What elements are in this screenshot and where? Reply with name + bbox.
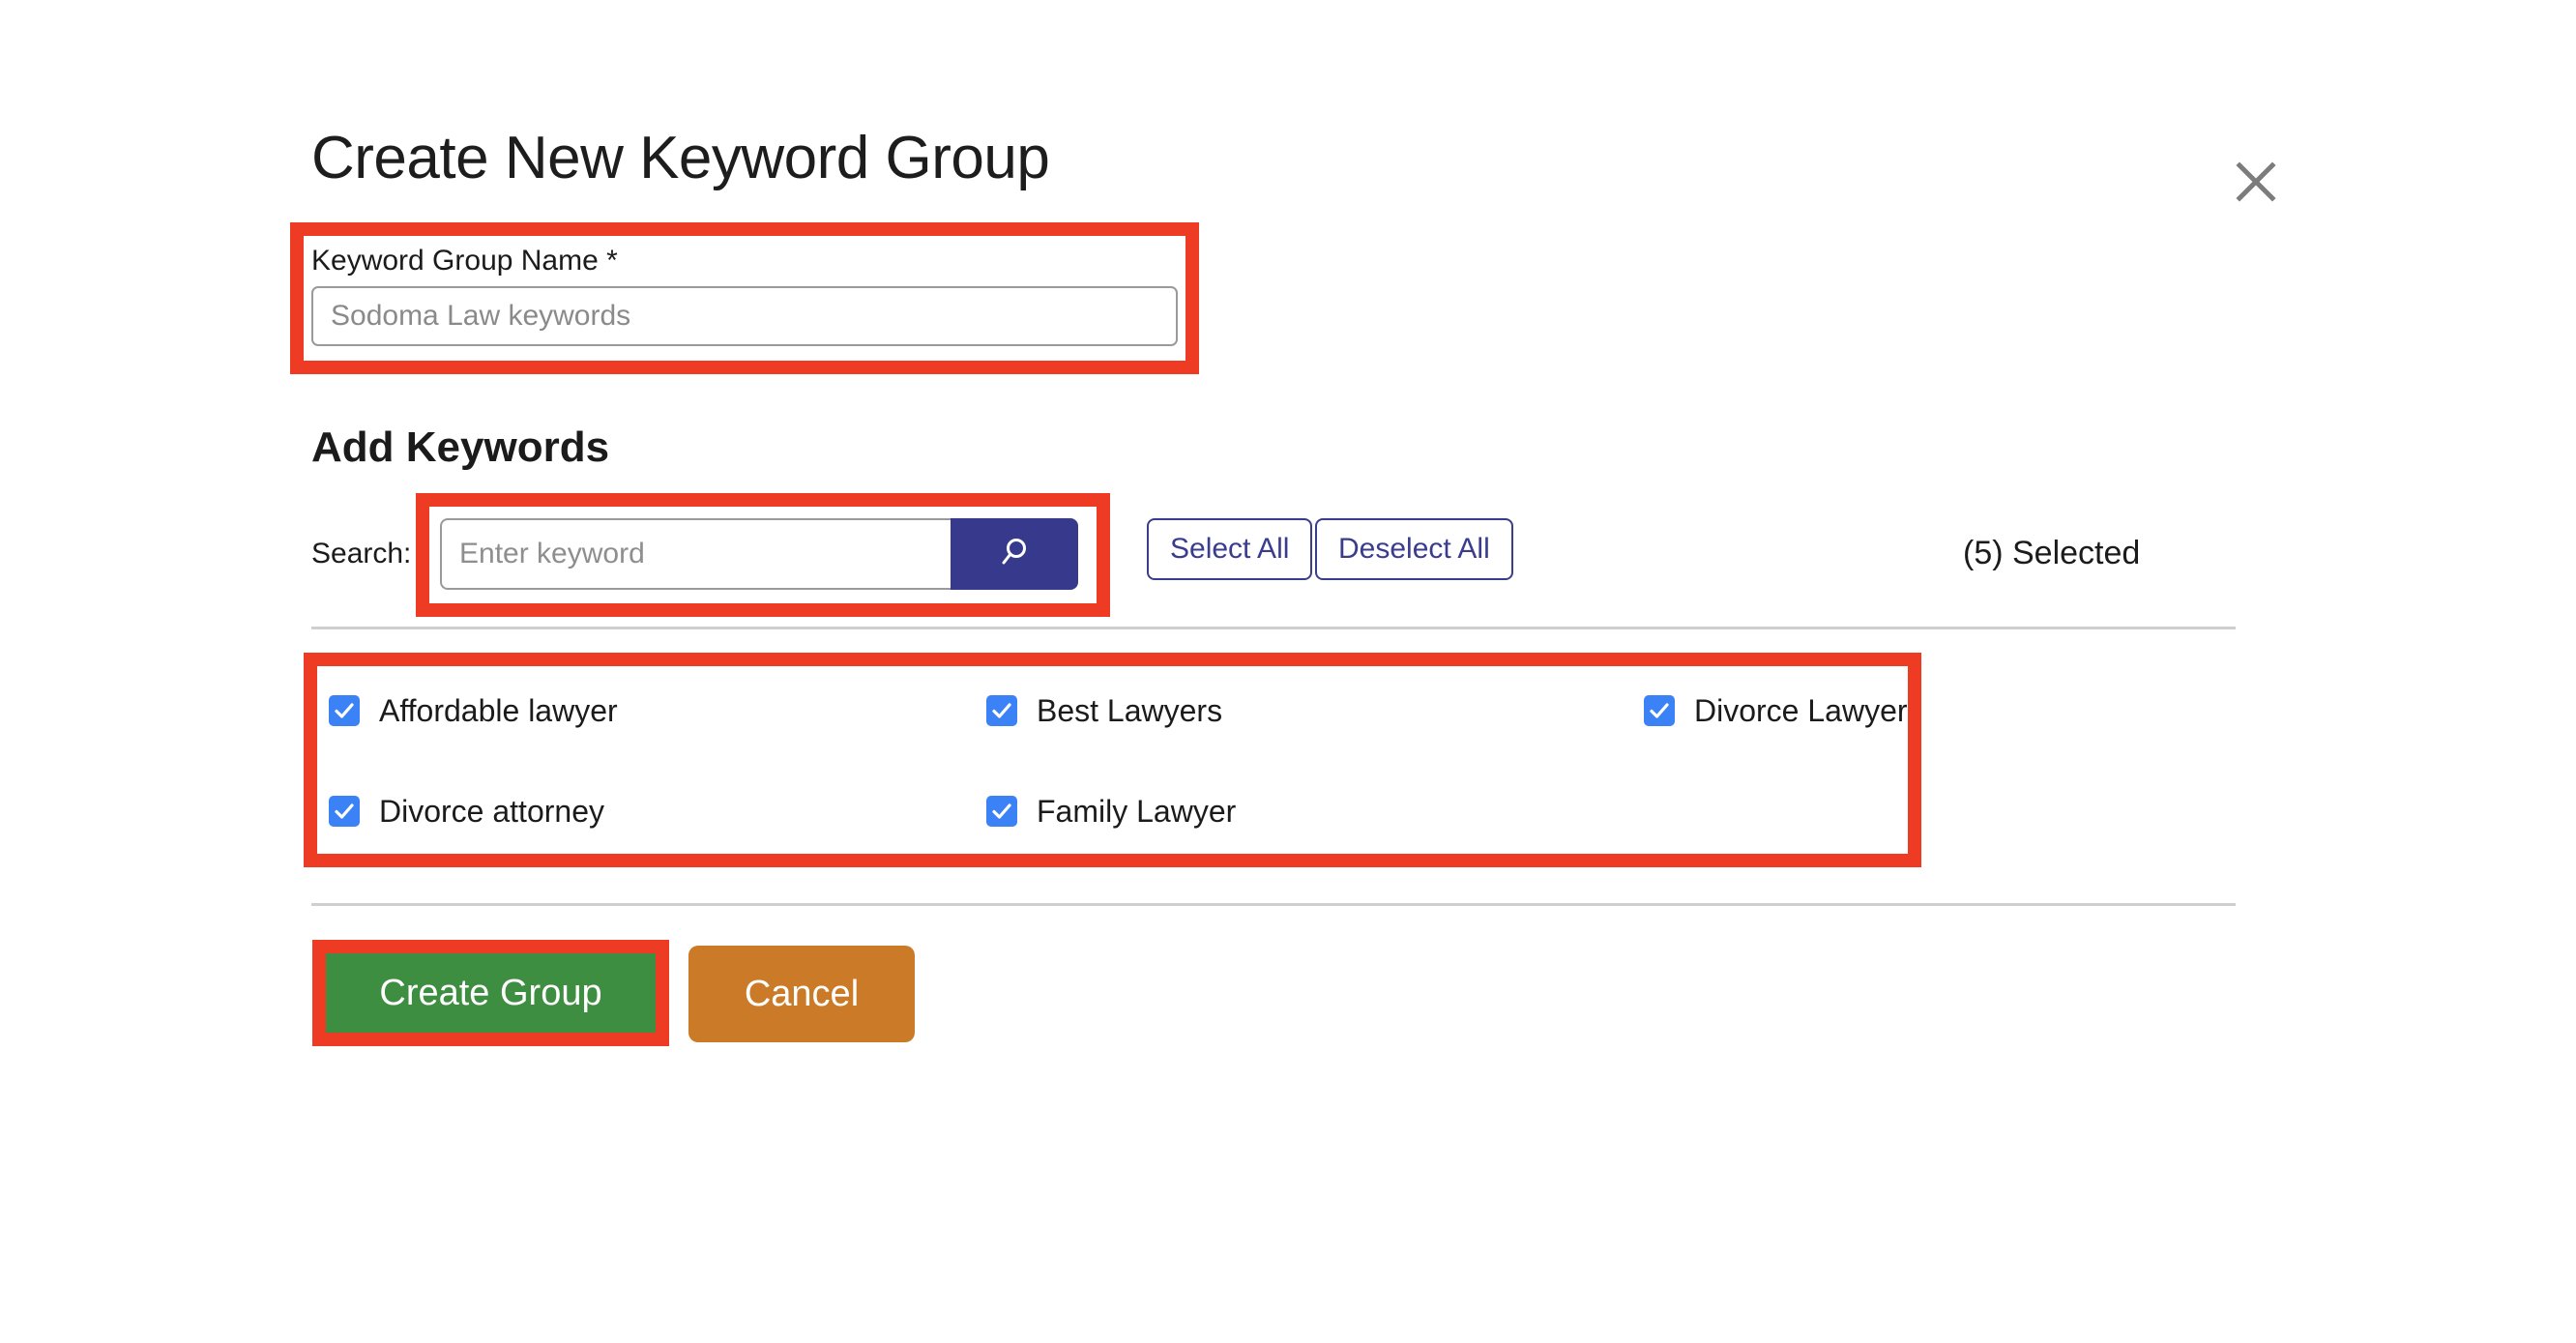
keyword-label: Divorce Lawyer	[1694, 693, 1908, 728]
keyword-group-name-input[interactable]	[311, 286, 1178, 346]
selected-count-text: (5) Selected	[1963, 535, 2141, 571]
divider-top	[311, 627, 2236, 629]
divider-bottom	[311, 903, 2236, 906]
keyword-search-group	[440, 518, 1078, 590]
search-label: Search:	[311, 538, 412, 569]
keyword-label: Affordable lawyer	[379, 693, 618, 728]
close-icon[interactable]	[2224, 150, 2288, 214]
select-all-button[interactable]: Select All	[1147, 518, 1313, 580]
search-submit-button[interactable]	[951, 518, 1078, 590]
keyword-label: Divorce attorney	[379, 794, 604, 829]
keyword-checkbox-item[interactable]: Best Lawyers	[986, 692, 1222, 729]
create-keyword-group-dialog: Create New Keyword Group Keyword Group N…	[0, 0, 2576, 1343]
cancel-button[interactable]: Cancel	[688, 946, 915, 1042]
keyword-list: Affordable lawyer Best Lawyers Divorce Law…	[329, 677, 1908, 846]
deselect-all-button[interactable]: Deselect All	[1315, 518, 1513, 580]
keyword-label: Best Lawyers	[1037, 693, 1223, 728]
keyword-checkbox-item[interactable]: Divorce attorney	[329, 793, 604, 830]
search-input[interactable]	[440, 518, 951, 590]
add-keywords-heading: Add Keywords	[311, 423, 610, 471]
page-title: Create New Keyword Group	[311, 125, 1050, 191]
checkbox-checked-icon[interactable]	[986, 796, 1017, 827]
checkbox-checked-icon[interactable]	[986, 695, 1017, 726]
keyword-checkbox-item[interactable]: Divorce Lawyer	[1644, 692, 1908, 729]
checkbox-checked-icon[interactable]	[329, 796, 360, 827]
keyword-label: Family Lawyer	[1037, 794, 1237, 829]
search-icon	[996, 535, 1033, 574]
keyword-group-name-label: Keyword Group Name *	[311, 245, 618, 277]
keyword-checkbox-item[interactable]: Affordable lawyer	[329, 692, 618, 729]
checkbox-checked-icon[interactable]	[329, 695, 360, 726]
checkbox-checked-icon[interactable]	[1644, 695, 1675, 726]
create-group-button[interactable]: Create Group	[326, 953, 656, 1033]
keyword-checkbox-item[interactable]: Family Lawyer	[986, 793, 1236, 830]
